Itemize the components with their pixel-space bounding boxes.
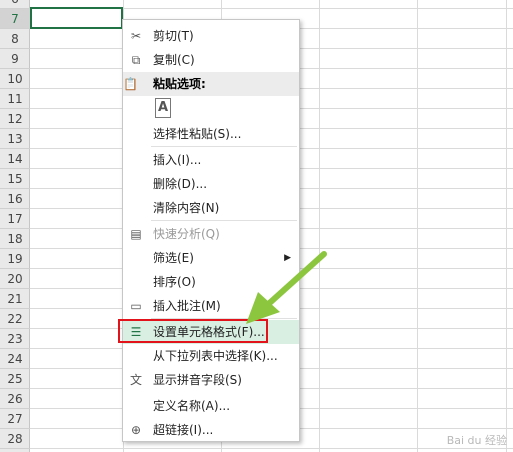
- menu-item-item-5[interactable]: 插入(I)...: [123, 148, 299, 172]
- menu-item-label: 剪切(T): [153, 29, 194, 43]
- row-gridline: [30, 448, 513, 449]
- menu-separator: [151, 220, 297, 221]
- row-number[interactable]: 6: [0, 0, 30, 9]
- selected-cell[interactable]: [30, 7, 123, 29]
- row-number[interactable]: 24: [0, 349, 30, 369]
- row-number[interactable]: 13: [0, 129, 30, 149]
- row-number[interactable]: 8: [0, 29, 30, 49]
- comment-icon: ▭: [130, 299, 142, 313]
- row-number[interactable]: 17: [0, 209, 30, 229]
- row-number[interactable]: 20: [0, 269, 30, 289]
- row-number[interactable]: 19: [0, 249, 30, 269]
- column-divider: [417, 0, 418, 452]
- row-number[interactable]: 28: [0, 429, 30, 449]
- row-number[interactable]: 26: [0, 389, 30, 409]
- hyperlink-icon: ⊕: [130, 423, 142, 437]
- menu-item-label: 清除内容(N): [153, 201, 220, 215]
- menu-item-item-13[interactable]: 从下拉列表中选择(K)...: [123, 344, 299, 368]
- menu-item-label: 粘贴选项:: [153, 77, 206, 91]
- menu-item-label: 定义名称(A)...: [153, 399, 231, 413]
- row-number[interactable]: 27: [0, 409, 30, 429]
- annotation-arrow: [246, 251, 327, 324]
- menu-item-label: 删除(D)...: [153, 177, 208, 191]
- menu-item-label: 复制(C): [153, 53, 195, 67]
- column-divider: [506, 0, 507, 452]
- row-number[interactable]: 16: [0, 189, 30, 209]
- menu-item-item-4[interactable]: 选择性粘贴(S)...: [123, 122, 299, 146]
- menu-item-label: 插入批注(M): [153, 299, 221, 313]
- menu-item-label: 超链接(I)...: [153, 423, 214, 437]
- row-number[interactable]: 14: [0, 149, 30, 169]
- row-number[interactable]: 9: [0, 49, 30, 69]
- menu-item-pinyin[interactable]: 文显示拼音字段(S): [123, 368, 299, 392]
- menu-item-scissors[interactable]: ✂ 剪切(T): [123, 24, 299, 48]
- menu-item-quick-analysis[interactable]: ▤ 快速分析(Q): [123, 222, 299, 246]
- row-number[interactable]: 21: [0, 289, 30, 309]
- menu-item-item-7[interactable]: 清除内容(N): [123, 196, 299, 220]
- row-number[interactable]: 23: [0, 329, 30, 349]
- menu-item-item-15[interactable]: 定义名称(A)...: [123, 394, 299, 418]
- row-number[interactable]: 11: [0, 89, 30, 109]
- row-number[interactable]: 7: [0, 9, 30, 29]
- row-number[interactable]: 15: [0, 169, 30, 189]
- quick-analysis-icon: ▤: [130, 227, 142, 241]
- clipboard-icon: 📋: [123, 77, 138, 91]
- copy-icon: ⧉: [131, 53, 141, 67]
- menu-item-label: 排序(O): [153, 275, 196, 289]
- scissors-icon: ✂: [130, 29, 142, 43]
- paste-options-header: 📋 粘贴选项:: [123, 72, 299, 96]
- menu-item-copy[interactable]: ⧉ 复制(C): [123, 48, 299, 72]
- row-number[interactable]: 22: [0, 309, 30, 329]
- menu-item-item-6[interactable]: 删除(D)...: [123, 172, 299, 196]
- menu-item-hyperlink[interactable]: ⊕ 超链接(I)...: [123, 418, 299, 442]
- context-menu: ✂ 剪切(T) ⧉ 复制(C) 📋 粘贴选项: A 选择性粘贴(S)... 插入(I)... 删除…: [122, 19, 300, 442]
- menu-item-label: 从下拉列表中选择(K)...: [153, 349, 278, 363]
- pinyin-icon: 文: [129, 373, 142, 387]
- paste-values-icon: A: [155, 98, 171, 118]
- column-divider: [319, 0, 320, 452]
- menu-item-label: 插入(I)...: [153, 153, 202, 167]
- watermark: Bai du 经验: [446, 434, 507, 447]
- menu-item-label: 筛选(E): [153, 251, 194, 265]
- row-number[interactable]: 25: [0, 369, 30, 389]
- menu-separator: [151, 146, 297, 147]
- menu-item-label: 快速分析(Q): [153, 227, 220, 241]
- row-number[interactable]: 12: [0, 109, 30, 129]
- row-number[interactable]: 18: [0, 229, 30, 249]
- menu-item-label: 选择性粘贴(S)...: [153, 127, 242, 141]
- menu-item-paste-values[interactable]: A: [123, 96, 299, 120]
- menu-item-label: 显示拼音字段(S): [153, 373, 242, 387]
- row-number[interactable]: 10: [0, 69, 30, 89]
